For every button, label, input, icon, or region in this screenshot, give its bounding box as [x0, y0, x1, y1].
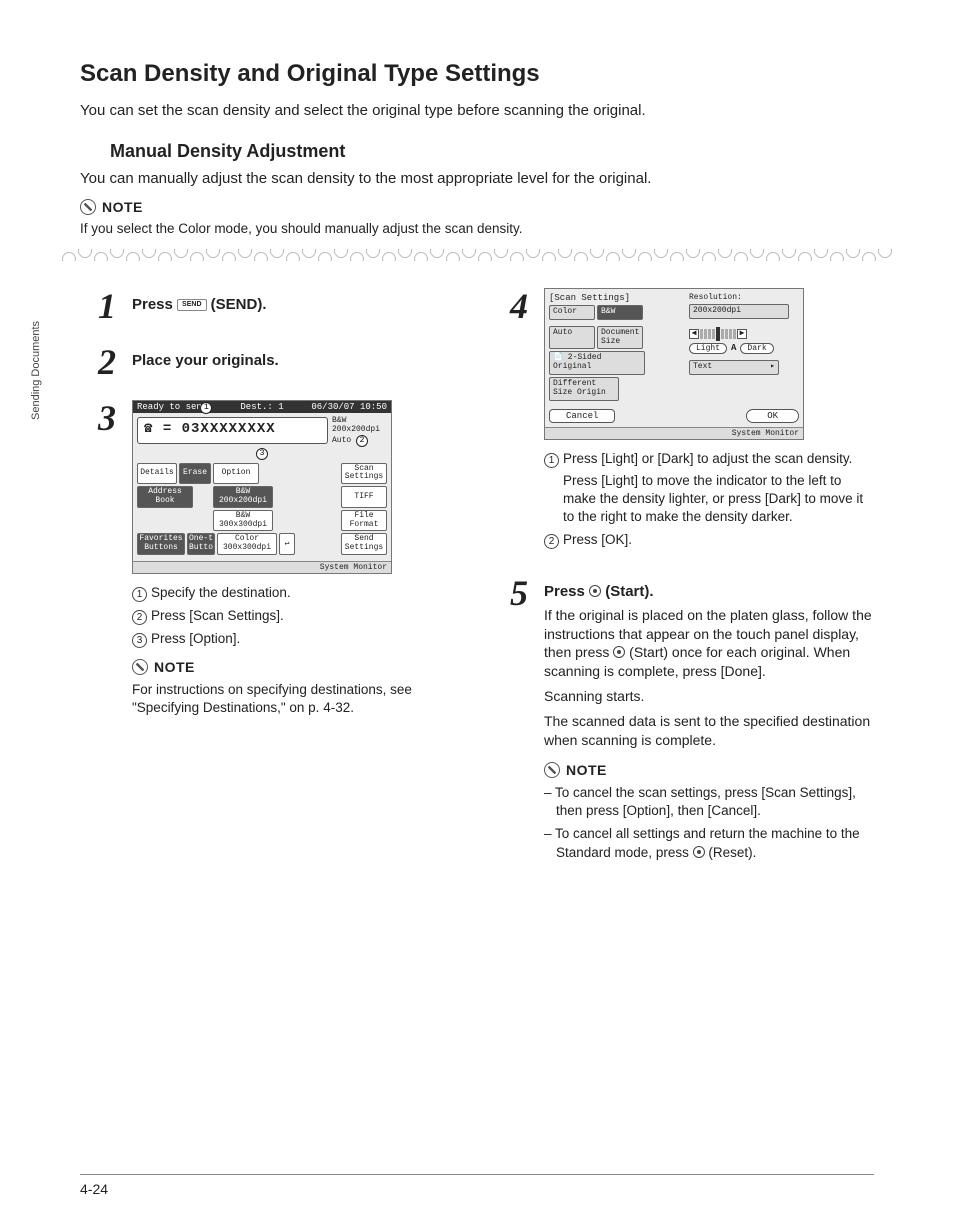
lcd1-system-monitor[interactable]: System Monitor: [133, 561, 391, 573]
step-3-sub-3: 3Press [Option].: [132, 630, 462, 648]
step-4-sub-1b: Press [Light] to move the indicator to t…: [544, 472, 874, 527]
lcd2-slider-right[interactable]: ▶: [737, 329, 747, 339]
step-1-title-a: Press: [132, 296, 177, 313]
step-3-note: For instructions on specifying destinati…: [132, 681, 462, 717]
note-icon: [80, 199, 96, 215]
start-icon: [613, 646, 625, 658]
callout-3: 3: [256, 448, 268, 460]
lcd2-density-slider[interactable]: ◀ ▶: [689, 327, 799, 341]
lcd2-text-button[interactable]: Text▸: [689, 360, 779, 375]
lcd2-resolution-label: Resolution:: [689, 293, 799, 302]
lcd2-2sided-button[interactable]: 📄 2-Sided Original: [549, 351, 645, 375]
lcd2-light-button[interactable]: Light: [689, 343, 727, 354]
page-heading: Scan Density and Original Type Settings: [80, 60, 874, 88]
lcd2-bw-tab[interactable]: B&W: [597, 305, 643, 320]
sub-heading: Manual Density Adjustment: [110, 141, 874, 162]
lcd1-color300-button[interactable]: Color 300x300dpi: [217, 533, 277, 555]
step-1-number: 1: [80, 288, 116, 324]
lcd1-bw200-button[interactable]: B&W 200x200dpi: [213, 486, 273, 508]
lcd1-res: 200x200dpi: [332, 426, 387, 435]
circled-1: 1: [132, 587, 147, 602]
page-number: 4-24: [80, 1174, 874, 1197]
step-4-sub-1: 1Press [Light] or [Dark] to adjust the s…: [544, 450, 874, 527]
lcd2-ok-button[interactable]: OK: [746, 409, 799, 423]
step-2-title: Place your originals.: [132, 352, 462, 369]
circled-2: 2: [544, 534, 559, 549]
lcd2-docsize-button[interactable]: Document Size: [597, 326, 643, 350]
lcd1-favorites-button[interactable]: Favorites Buttons: [137, 533, 185, 555]
lcd1-dest: Dest.: 1: [240, 402, 283, 412]
intro-text: You can set the scan density and select …: [80, 102, 874, 119]
lcd1-destination-box: ☎ = 03XXXXXXXX: [137, 417, 328, 444]
step-4-sub-2: 2Press [OK].: [544, 531, 874, 549]
step-5-number: 5: [492, 575, 528, 867]
lcd2-resolution-button[interactable]: 200x200dpi: [689, 304, 789, 319]
top-note-text: If you select the Color mode, you should…: [80, 221, 874, 236]
reset-icon: [693, 846, 705, 858]
lcd1-tiff-button[interactable]: TIFF: [341, 486, 387, 508]
lcd1-datetime: 06/30/07 10:50: [311, 402, 387, 412]
step-1-title-b: (SEND).: [207, 296, 267, 313]
lcd1-scan-settings-button[interactable]: Scan Settings: [341, 463, 387, 485]
side-tab-label: Sending Documents: [30, 321, 42, 420]
lcd1-auto: Auto: [332, 436, 351, 445]
lcd1-onetouch-button[interactable]: One-t Butto: [187, 533, 215, 555]
subintro-text: You can manually adjust the scan density…: [80, 170, 874, 187]
lcd-panel-send: Ready to send. 1 Dest.: 1 06/30/07 10:50…: [132, 400, 392, 574]
wavy-divider: [60, 246, 894, 264]
step-4-number: 4: [492, 288, 528, 555]
note-label: NOTE: [102, 199, 143, 215]
step-5-p2: Scanning starts.: [544, 687, 874, 706]
start-icon: [589, 585, 601, 597]
lcd1-fileformat-button[interactable]: File Format: [341, 510, 387, 532]
step-2-number: 2: [80, 344, 116, 380]
step-3-sub-2: 2Press [Scan Settings].: [132, 607, 462, 625]
lcd1-option-button[interactable]: Option: [213, 463, 259, 485]
lcd2-auto-button[interactable]: Auto: [549, 326, 595, 350]
note-icon: [544, 762, 560, 778]
step-1-title: Press SEND (SEND).: [132, 296, 462, 313]
note-label: NOTE: [566, 762, 607, 778]
lcd1-bw300-button[interactable]: B&W 300x300dpi: [213, 510, 273, 532]
circled-2: 2: [132, 610, 147, 625]
lcd-panel-scan-settings: [Scan Settings] Color B&W Auto Document …: [544, 288, 804, 440]
circled-3: 3: [132, 633, 147, 648]
lcd1-details-button[interactable]: Details: [137, 463, 177, 485]
note-label: NOTE: [154, 659, 195, 675]
lcd1-return-button[interactable]: ↵: [279, 533, 295, 555]
step-5-title: Press (Start).: [544, 583, 874, 600]
lcd2-diffsize-button[interactable]: Different Size Origin: [549, 377, 619, 401]
note-icon: [132, 659, 148, 675]
step-3-sub-1: 1Specify the destination.: [132, 584, 462, 602]
lcd2-dark-button[interactable]: Dark: [740, 343, 773, 354]
lcd2-color-tab[interactable]: Color: [549, 305, 595, 320]
lcd1-send-settings-button[interactable]: Send Settings: [341, 533, 387, 555]
step-5-p1: If the original is placed on the platen …: [544, 606, 874, 682]
lcd2-system-monitor[interactable]: System Monitor: [545, 427, 803, 439]
step-5-note-1: To cancel the scan settings, press [Scan…: [544, 784, 874, 820]
circled-1: 1: [544, 453, 559, 468]
step-5-p3: The scanned data is sent to the specifie…: [544, 712, 874, 750]
lcd1-address-book-button[interactable]: Address Book: [137, 486, 193, 508]
lcd1-erase-button[interactable]: Erase: [179, 463, 211, 485]
lcd2-cancel-button[interactable]: Cancel: [549, 409, 615, 423]
lcd2-title: [Scan Settings]: [549, 293, 683, 303]
step-3-number: 3: [80, 400, 116, 723]
step-5-note-2: To cancel all settings and return the ma…: [544, 825, 874, 861]
callout-2: 2: [356, 435, 368, 447]
lcd2-density-A: A: [731, 343, 736, 353]
send-key-icon: SEND: [177, 299, 206, 311]
lcd2-slider-left[interactable]: ◀: [689, 329, 699, 339]
